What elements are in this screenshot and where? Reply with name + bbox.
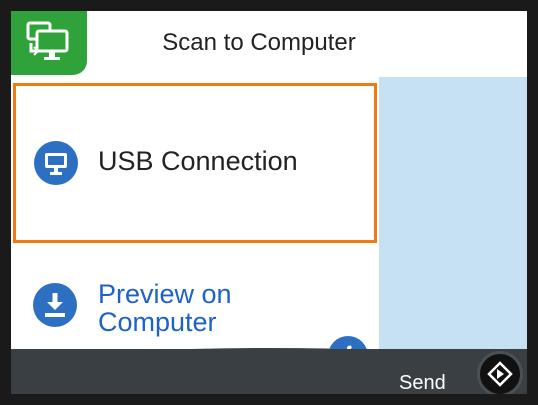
usb-connection-option[interactable]: USB Connection (13, 83, 377, 243)
send-button[interactable] (477, 351, 523, 394)
preview-on-computer-label: Preview on Computer (98, 280, 358, 336)
header: Scan to Computer (11, 11, 527, 75)
send-label: Send (399, 372, 446, 394)
usb-connection-label: USB Connection (98, 146, 298, 176)
home-button[interactable] (11, 11, 87, 75)
footer-bar (11, 349, 527, 394)
printer-screen: Scan to Computer USB Connection Preview … (11, 11, 527, 394)
monitor-icon (34, 141, 78, 190)
page-title: Scan to Computer (162, 29, 356, 56)
start-diamond-icon (487, 361, 513, 387)
download-icon (33, 283, 77, 332)
scan-to-computer-icon (26, 21, 69, 60)
preview-label-line1: Preview on (98, 279, 232, 309)
content-area: USB Connection Preview on Computer (11, 77, 527, 349)
option-list: USB Connection Preview on Computer (11, 77, 379, 349)
